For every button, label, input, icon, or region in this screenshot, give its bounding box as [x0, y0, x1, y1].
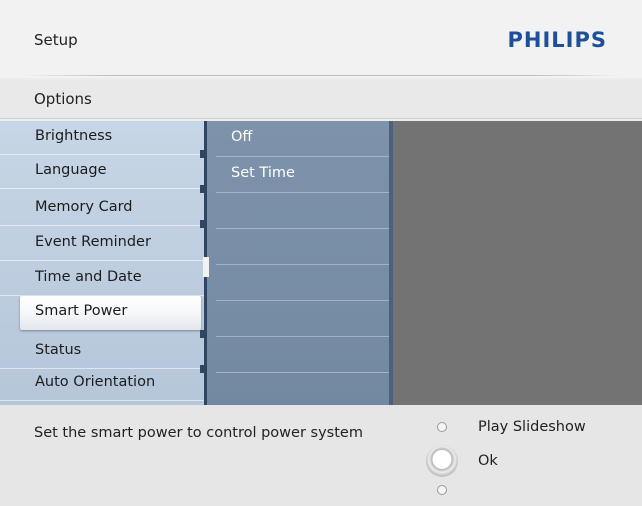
help-text: Set the smart power to control power sys… [34, 425, 363, 441]
menu-item-status[interactable]: Status [0, 335, 204, 369]
submenu-empty-row [204, 229, 392, 265]
submenu-item-set-time[interactable]: Set Time [204, 157, 392, 193]
menu-item-auto-orientation[interactable]: Auto Orientation [0, 367, 204, 401]
submenu-item-off[interactable]: Off [204, 121, 392, 157]
menu-item-label: Event Reminder [35, 234, 151, 250]
nav-up-icon[interactable] [437, 422, 447, 432]
scroll-indicator [203, 257, 209, 277]
page-title: Setup [34, 31, 78, 49]
submenu-item-label: Off [231, 129, 253, 145]
menu-item-label: Smart Power [35, 303, 128, 319]
menu-item-label: Brightness [35, 128, 113, 144]
submenu-empty-row [204, 337, 392, 373]
ok-button-icon[interactable] [426, 445, 458, 477]
menu-item-event-reminder[interactable]: Event Reminder [0, 227, 204, 261]
menu-item-label: Status [35, 342, 82, 358]
menu-item-label: Language [35, 162, 107, 178]
menu-item-memory-card[interactable]: Memory Card [0, 192, 204, 226]
settings-menu: Brightness Language Memory Card Event Re… [0, 121, 204, 405]
preview-panel [393, 121, 642, 405]
menu-item-label: Time and Date [35, 269, 142, 285]
options-bar: Options [0, 80, 642, 119]
divider-notch [200, 330, 206, 338]
submenu-item-label: Set Time [231, 165, 295, 181]
submenu-panel: Off Set Time [204, 121, 392, 405]
divider-notch [200, 150, 206, 158]
menu-item-brightness[interactable]: Brightness [0, 121, 204, 155]
header-divider [24, 75, 620, 76]
submenu-empty-row [204, 301, 392, 337]
brand-logo: PHILIPS [507, 28, 607, 52]
header: Setup PHILIPS [0, 0, 642, 78]
divider-notch [200, 365, 206, 373]
submenu-empty-row [204, 265, 392, 301]
menu-item-smart-power[interactable]: Smart Power [20, 296, 201, 330]
divider-notch [200, 220, 206, 228]
play-slideshow-label: Play Slideshow [478, 419, 586, 435]
options-label: Options [34, 90, 92, 108]
submenu-empty-row [204, 193, 392, 229]
row-divider [216, 372, 392, 373]
menu-item-label: Memory Card [35, 199, 133, 215]
nav-down-icon[interactable] [437, 485, 447, 495]
ok-label: Ok [478, 453, 498, 469]
divider-notch [200, 185, 206, 193]
photo-frame-screen: Setup PHILIPS Options Brightness Languag… [0, 0, 642, 506]
menu-item-label: Auto Orientation [35, 374, 156, 390]
menu-item-time-and-date[interactable]: Time and Date [0, 262, 204, 296]
menu-item-language[interactable]: Language [0, 155, 204, 189]
